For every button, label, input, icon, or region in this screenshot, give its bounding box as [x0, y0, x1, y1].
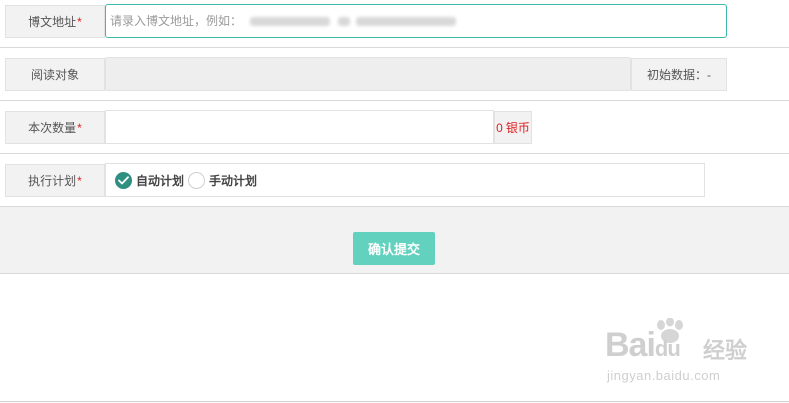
- quantity-label: 本次数量 *: [5, 111, 105, 144]
- coin-display: 0 银币: [494, 111, 532, 144]
- divider: [0, 153, 789, 154]
- redacted-url-part: [250, 17, 330, 26]
- initial-data-text: 初始数据：-: [647, 68, 711, 82]
- watermark-brand: Baidu: [605, 326, 681, 364]
- target-input: [105, 57, 631, 91]
- url-label-text: 博文地址: [28, 15, 77, 29]
- quantity-input[interactable]: [105, 110, 494, 144]
- radio-auto-plan[interactable]: 自动计划: [115, 171, 185, 189]
- coin-value: 0: [496, 120, 503, 135]
- plan-label-text: 执行计划: [28, 174, 77, 188]
- target-label: 阅读对象: [5, 58, 105, 91]
- baidu-watermark: Baidu 经验 jingyan.baidu.com: [605, 318, 755, 388]
- empty-circle-icon: [188, 171, 206, 189]
- watermark-brand-cn: 经验: [703, 338, 748, 363]
- action-bar: 确认提交: [0, 206, 789, 274]
- required-mark: *: [77, 120, 82, 135]
- quantity-label-text: 本次数量: [28, 121, 77, 135]
- initial-data: 初始数据：-: [631, 58, 727, 91]
- check-circle-icon: [115, 171, 132, 189]
- url-label: 博文地址 *: [5, 5, 105, 38]
- divider: [0, 47, 789, 48]
- watermark-url: jingyan.baidu.com: [607, 368, 721, 383]
- bottom-divider: [0, 401, 789, 402]
- redacted-url-part: [338, 17, 350, 26]
- divider: [0, 100, 789, 101]
- radio-auto-plan-label: 自动计划: [136, 173, 185, 188]
- required-mark: *: [77, 14, 82, 29]
- radio-manual-plan-label: 手动计划: [209, 173, 258, 188]
- redacted-url-part: [356, 17, 456, 26]
- target-label-text: 阅读对象: [30, 68, 79, 82]
- coin-unit: 银币: [505, 121, 530, 135]
- radio-manual-plan[interactable]: 手动计划: [188, 171, 258, 189]
- required-mark: *: [77, 173, 82, 188]
- submit-button[interactable]: 确认提交: [353, 232, 435, 265]
- plan-options: 自动计划 手动计划: [105, 163, 705, 197]
- plan-label: 执行计划 *: [5, 164, 105, 197]
